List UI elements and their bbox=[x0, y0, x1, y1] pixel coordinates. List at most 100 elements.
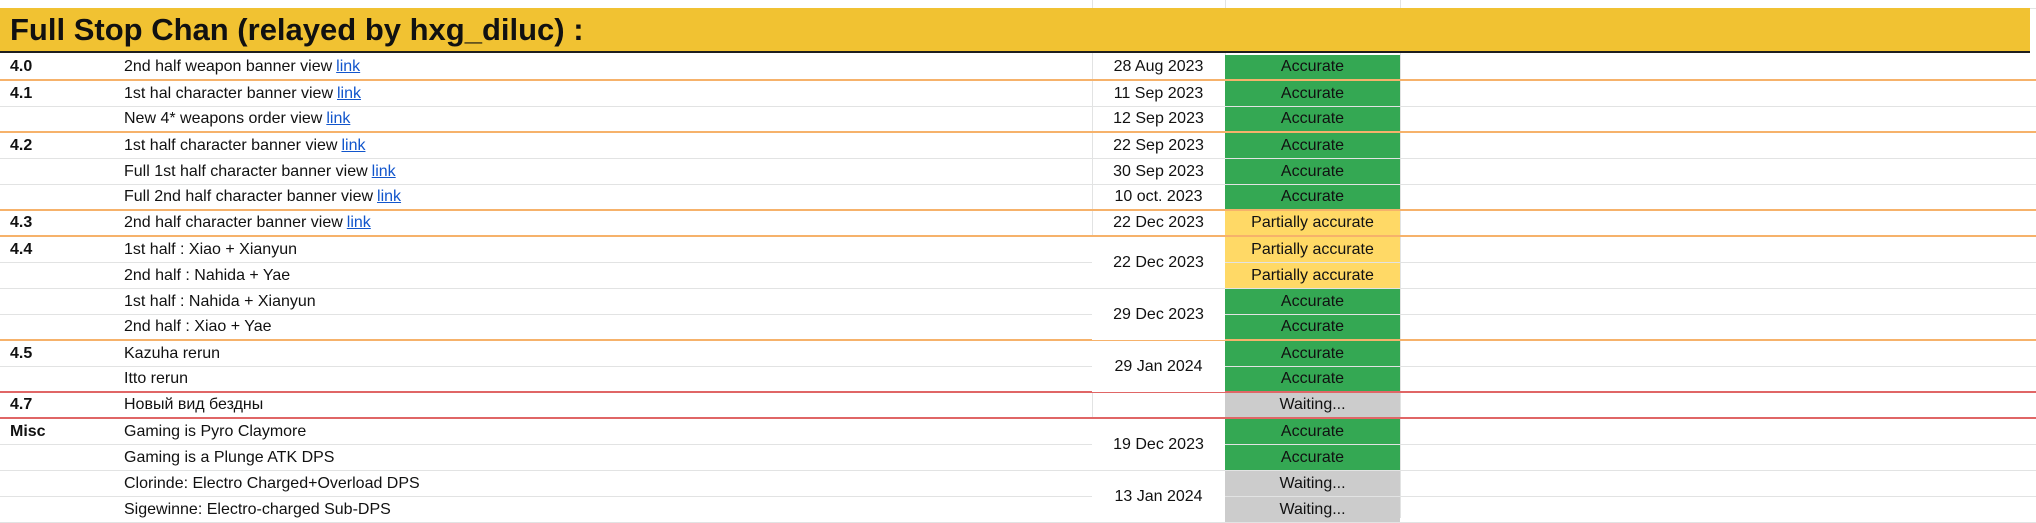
merged-date-cell[interactable]: 22 Dec 2023 bbox=[1092, 237, 1225, 288]
version-cell[interactable]: 4.1 bbox=[0, 81, 114, 106]
status-cell[interactable]: Accurate bbox=[1225, 55, 1400, 79]
version-cell[interactable]: 4.4 bbox=[0, 237, 114, 262]
table-row[interactable]: Itto rerun Accurate bbox=[0, 367, 2036, 393]
description-cell[interactable]: Sigewinne: Electro-charged Sub-DPS bbox=[114, 497, 1092, 522]
status-cell[interactable]: Accurate bbox=[1225, 445, 1400, 470]
table-row[interactable]: 4.5 Kazuha rerun Accurate bbox=[0, 341, 2036, 367]
date-cell[interactable]: 10 oct. 2023 bbox=[1092, 185, 1225, 209]
version-cell[interactable] bbox=[0, 185, 114, 209]
view-link[interactable]: link bbox=[337, 85, 361, 103]
status-cell[interactable]: Waiting... bbox=[1225, 471, 1400, 496]
status-cell[interactable]: Accurate bbox=[1225, 289, 1400, 314]
page-title: Full Stop Chan (relayed by hxg_diluc) : bbox=[10, 11, 584, 47]
description-cell[interactable]: 1st half : Xiao + Xianyun bbox=[114, 237, 1092, 262]
merged-date-cell[interactable]: 13 Jan 2024 bbox=[1092, 471, 1225, 522]
table-row[interactable]: 2nd half : Xiao + Yae Accurate bbox=[0, 315, 2036, 341]
merged-date-cell[interactable]: 19 Dec 2023 bbox=[1092, 419, 1225, 470]
status-cell[interactable]: Partially accurate bbox=[1225, 237, 1400, 262]
merged-date-cell[interactable]: 29 Jan 2024 bbox=[1092, 341, 1225, 392]
table-row[interactable]: 2nd half : Nahida + Yae Partially accurat… bbox=[0, 263, 2036, 289]
description-cell[interactable]: 1st half character banner view link bbox=[114, 133, 1092, 158]
version-cell[interactable] bbox=[0, 497, 114, 522]
version-cell[interactable] bbox=[0, 107, 114, 131]
description-cell[interactable]: Full 2nd half character banner view link bbox=[114, 185, 1092, 209]
version-cell[interactable]: 4.3 bbox=[0, 211, 114, 235]
status-cell[interactable]: Partially accurate bbox=[1225, 211, 1400, 235]
table-row[interactable]: 4.1 1st hal character banner view link 11 S… bbox=[0, 81, 2036, 107]
description-cell[interactable]: Kazuha rerun bbox=[114, 341, 1092, 366]
view-link[interactable]: link bbox=[341, 137, 365, 155]
description-cell[interactable]: 2nd half character banner view link bbox=[114, 211, 1092, 235]
description-cell[interactable]: Gaming is a Plunge ATK DPS bbox=[114, 445, 1092, 470]
version-cell[interactable] bbox=[0, 289, 114, 314]
status-cell[interactable]: Accurate bbox=[1225, 315, 1400, 339]
status-cell[interactable]: Accurate bbox=[1225, 185, 1400, 209]
version-cell[interactable] bbox=[0, 315, 114, 339]
view-link[interactable]: link bbox=[347, 214, 371, 232]
status-cell[interactable]: Waiting... bbox=[1225, 393, 1400, 417]
table-row[interactable]: New 4* weapons order view link 12 Sep 2023… bbox=[0, 107, 2036, 133]
description-cell[interactable]: 1st half : Nahida + Xianyun bbox=[114, 289, 1092, 314]
status-cell[interactable]: Accurate bbox=[1225, 159, 1400, 184]
header-row[interactable]: Full Stop Chan (relayed by hxg_diluc) : bbox=[0, 8, 2030, 53]
status-cell[interactable]: Accurate bbox=[1225, 419, 1400, 444]
description-text: Kazuha rerun bbox=[124, 344, 221, 362]
view-link[interactable]: link bbox=[372, 163, 396, 181]
date-cell[interactable]: 12 Sep 2023 bbox=[1092, 107, 1225, 131]
description-cell[interactable]: New 4* weapons order view link bbox=[114, 107, 1092, 131]
status-cell[interactable]: Accurate bbox=[1225, 133, 1400, 158]
description-text: Itto rerun bbox=[124, 370, 189, 387]
date-cell[interactable]: 11 Sep 2023 bbox=[1092, 81, 1225, 106]
date-cell[interactable]: 22 Dec 2023 bbox=[1092, 211, 1225, 235]
description-cell[interactable]: 2nd half : Xiao + Yae bbox=[114, 315, 1092, 339]
version-cell[interactable]: Misc bbox=[0, 419, 114, 444]
description-cell[interactable]: 1st hal character banner view link bbox=[114, 81, 1092, 106]
view-link[interactable]: link bbox=[326, 110, 350, 128]
status-cell[interactable]: Accurate bbox=[1225, 341, 1400, 366]
description-cell[interactable]: Новый вид бездны bbox=[114, 393, 1092, 417]
table-row[interactable]: Misc Gaming is Pyro Claymore Accurate bbox=[0, 419, 2036, 445]
status-cell[interactable]: Accurate bbox=[1225, 107, 1400, 131]
table-row[interactable]: Sigewinne: Electro-charged Sub-DPS Waitin… bbox=[0, 497, 2036, 523]
date-cell[interactable]: 30 Sep 2023 bbox=[1092, 159, 1225, 184]
version-cell[interactable]: 4.5 bbox=[0, 341, 114, 366]
table-row[interactable]: 4.2 1st half character banner view link 22 … bbox=[0, 133, 2036, 159]
view-link[interactable]: link bbox=[377, 188, 401, 206]
description-text: 1st half : Xiao + Xianyun bbox=[124, 240, 297, 258]
table-row[interactable]: 4.0 2nd half weapon banner view link 28 Aug… bbox=[0, 55, 2036, 81]
description-cell[interactable]: Clorinde: Electro Charged+Overload DPS bbox=[114, 471, 1092, 496]
table-row[interactable]: Full 1st half character banner view link 3… bbox=[0, 159, 2036, 185]
description-text: Gaming is a Plunge ATK DPS bbox=[124, 448, 335, 466]
description-cell[interactable]: Gaming is Pyro Claymore bbox=[114, 419, 1092, 444]
description-cell[interactable]: 2nd half weapon banner view link bbox=[114, 55, 1092, 79]
version-cell[interactable] bbox=[0, 471, 114, 496]
version-cell[interactable] bbox=[0, 263, 114, 288]
table-row[interactable]: Full 2nd half character banner view link 1… bbox=[0, 185, 2036, 211]
status-cell[interactable]: Partially accurate bbox=[1225, 263, 1400, 288]
date-cell[interactable]: 28 Aug 2023 bbox=[1092, 55, 1225, 79]
table-row[interactable]: Gaming is a Plunge ATK DPS Accurate bbox=[0, 445, 2036, 471]
status-cell[interactable]: Accurate bbox=[1225, 367, 1400, 391]
version-cell[interactable]: 4.2 bbox=[0, 133, 114, 158]
status-cell[interactable]: Accurate bbox=[1225, 81, 1400, 106]
description-cell[interactable]: 2nd half : Nahida + Yae bbox=[114, 263, 1092, 288]
view-link[interactable]: link bbox=[336, 58, 360, 76]
table-row[interactable]: 1st half : Nahida + Xianyun Accurate bbox=[0, 289, 2036, 315]
table-row[interactable]: 4.7 Новый вид бездны Waiting... bbox=[0, 393, 2036, 419]
version-cell[interactable] bbox=[0, 367, 114, 391]
table-row[interactable]: 4.3 2nd half character banner view link 22 … bbox=[0, 211, 2036, 237]
description-cell[interactable]: Full 1st half character banner view link bbox=[114, 159, 1092, 184]
description-cell[interactable]: Itto rerun bbox=[114, 367, 1092, 391]
merged-date-cell[interactable]: 29 Dec 2023 bbox=[1092, 289, 1225, 340]
version-cell[interactable]: 4.0 bbox=[0, 55, 114, 79]
description-text: 1st half : Nahida + Xianyun bbox=[124, 292, 316, 310]
table-row[interactable]: 4.4 1st half : Xiao + Xianyun Partially ac… bbox=[0, 237, 2036, 263]
table-row[interactable]: Clorinde: Electro Charged+Overload DPS Wa… bbox=[0, 471, 2036, 497]
status-cell[interactable]: Waiting... bbox=[1225, 497, 1400, 522]
date-cell[interactable]: 22 Sep 2023 bbox=[1092, 133, 1225, 158]
version-cell[interactable] bbox=[0, 159, 114, 184]
version-cell[interactable] bbox=[0, 445, 114, 470]
version-cell[interactable]: 4.7 bbox=[0, 393, 114, 417]
description-text: Sigewinne: Electro-charged Sub-DPS bbox=[124, 500, 391, 518]
description-text: 2nd half : Xiao + Yae bbox=[124, 318, 272, 335]
